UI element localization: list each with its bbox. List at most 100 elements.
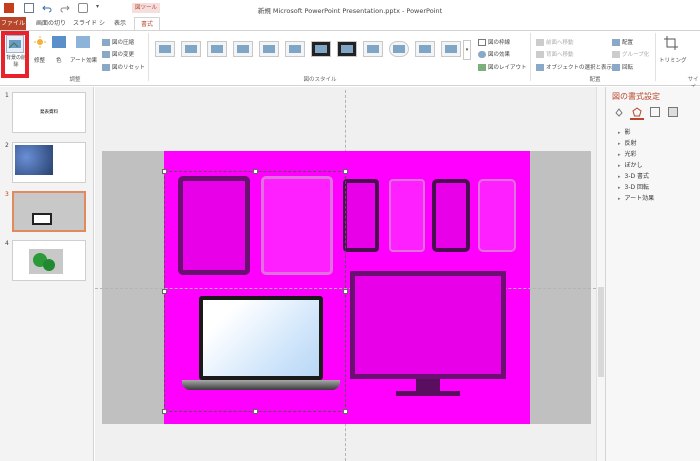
- slide-thumbnail-4[interactable]: [12, 240, 86, 281]
- tab-transitions[interactable]: 画面の切り替え: [34, 17, 68, 40]
- slide-number: 1: [5, 92, 9, 99]
- picture-style-thumb[interactable]: [233, 41, 253, 57]
- section-soft-edges[interactable]: ぼかし: [618, 160, 643, 169]
- group-divider: [148, 33, 149, 81]
- picture-style-thumb[interactable]: [207, 41, 227, 57]
- slide-thumbnail-1[interactable]: 発表資料: [12, 92, 86, 133]
- resize-handle[interactable]: [253, 409, 258, 414]
- color-icon: [52, 36, 66, 48]
- bring-forward-label: 前面へ移動: [546, 40, 574, 46]
- align-icon: [612, 39, 620, 46]
- picture-style-thumb[interactable]: [363, 41, 383, 57]
- slide-number: 2: [5, 142, 9, 149]
- section-reflection[interactable]: 反射: [618, 138, 637, 147]
- flower-image: [15, 145, 53, 175]
- gallery-more-icon[interactable]: ▾: [463, 40, 471, 60]
- picture-style-thumb[interactable]: [415, 41, 435, 57]
- picture-style-thumb[interactable]: [155, 41, 175, 57]
- layout-label: 図のレイアウト: [488, 65, 527, 71]
- picture-style-thumb[interactable]: [311, 41, 331, 57]
- section-3d-format[interactable]: 3-D 書式: [618, 171, 650, 180]
- artistic-effects-button[interactable]: アート効果: [70, 56, 97, 64]
- group-divider: [655, 33, 656, 81]
- resize-handle[interactable]: [343, 289, 348, 294]
- slide-number: 3: [5, 191, 9, 198]
- reset-picture-label: 図のリセット: [112, 65, 146, 71]
- reset-picture-icon: [102, 64, 110, 71]
- rotate-button[interactable]: 回転: [612, 63, 633, 71]
- compress-label: 図の圧縮: [112, 40, 135, 46]
- picture-style-thumb[interactable]: [337, 41, 357, 57]
- picture-border-button[interactable]: 図の枠線: [478, 38, 510, 46]
- resize-handle[interactable]: [343, 169, 348, 174]
- send-backward-icon: [536, 51, 544, 58]
- group-icon: [612, 51, 620, 58]
- format-picture-pane: 図の書式設定 影 反射 光彩 ぼかし 3-D 書式 3-D 回転 アート効果: [605, 87, 700, 461]
- resize-handle[interactable]: [253, 169, 258, 174]
- picture-icon[interactable]: [668, 107, 678, 117]
- adjust-group-label: 調整: [69, 77, 81, 83]
- monitor-stand-image: [416, 379, 440, 391]
- bring-forward-button[interactable]: 前面へ移動: [536, 38, 574, 46]
- tab-file[interactable]: ファイル: [0, 17, 26, 30]
- fill-line-icon[interactable]: [614, 107, 624, 117]
- title-bar: ▾ 図ツール 新規 Microsoft PowerPoint Presentat…: [0, 0, 700, 17]
- rotate-label: 回転: [622, 65, 634, 71]
- border-label: 図の枠線: [488, 40, 511, 46]
- section-artistic-effects[interactable]: アート効果: [618, 193, 655, 202]
- align-button[interactable]: 配置: [612, 38, 633, 46]
- crop-button[interactable]: トリミング: [659, 56, 687, 64]
- effects-pentagon-icon[interactable]: [632, 107, 642, 117]
- reset-picture-button[interactable]: 図のリセット: [102, 63, 145, 71]
- border-icon: [478, 39, 486, 46]
- change-picture-button[interactable]: 図の変更: [102, 50, 134, 58]
- tab-format[interactable]: 書式: [134, 17, 160, 30]
- remove-background-highlight: [1, 31, 29, 78]
- picture-style-thumb[interactable]: [181, 41, 201, 57]
- picture-style-thumb[interactable]: [285, 41, 305, 57]
- picture-style-thumb[interactable]: [441, 41, 461, 57]
- arrange-group-label: 配置: [589, 77, 601, 83]
- slide-thumbnail-title: 発表資料: [40, 110, 58, 115]
- change-picture-icon: [102, 51, 110, 58]
- picture-layout-button[interactable]: 図のレイアウト: [478, 63, 527, 71]
- phone-image: [432, 179, 470, 252]
- color-button[interactable]: 色: [56, 56, 62, 64]
- format-pane-title: 図の書式設定: [612, 92, 660, 101]
- resize-handle[interactable]: [162, 409, 167, 414]
- picture-style-thumb[interactable]: [389, 41, 409, 57]
- compress-pictures-button[interactable]: 図の圧縮: [102, 38, 134, 46]
- slide-thumbnail-2[interactable]: [12, 142, 86, 183]
- compress-icon: [102, 39, 110, 46]
- corrections-button[interactable]: 修整: [34, 56, 45, 64]
- picture-selection-border: [164, 171, 346, 412]
- active-tab-indicator: [630, 118, 644, 120]
- tab-view[interactable]: 表示: [110, 17, 130, 30]
- picture-effects-button[interactable]: 図の効果: [478, 50, 510, 58]
- section-glow[interactable]: 光彩: [618, 149, 637, 158]
- size-properties-icon[interactable]: [650, 107, 660, 117]
- phone-image: [478, 179, 516, 252]
- phone-image: [389, 179, 425, 252]
- slide-number: 4: [5, 240, 9, 247]
- group-button[interactable]: グループ化: [612, 50, 649, 58]
- resize-handle[interactable]: [343, 409, 348, 414]
- slide-thumbnails-pane: 1 発表資料 2 3 4: [0, 87, 94, 461]
- section-shadow[interactable]: 影: [618, 127, 631, 136]
- layout-icon: [478, 64, 486, 71]
- resize-handle[interactable]: [162, 289, 167, 294]
- section-3d-rotation[interactable]: 3-D 回転: [618, 182, 650, 191]
- monitor-base-image: [396, 391, 460, 396]
- slide-thumbnail-3[interactable]: [12, 191, 86, 232]
- scrollbar-thumb[interactable]: [598, 287, 604, 377]
- selection-pane-button[interactable]: オブジェクトの選択と表示: [536, 63, 612, 71]
- send-backward-button[interactable]: 背面へ移動: [536, 50, 574, 58]
- send-backward-label: 背面へ移動: [546, 52, 574, 58]
- vertical-scrollbar[interactable]: [596, 87, 605, 461]
- group-label: グループ化: [622, 52, 650, 58]
- tab-slideshow[interactable]: スライド ショー: [72, 17, 106, 40]
- resize-handle[interactable]: [162, 169, 167, 174]
- picture-style-thumb[interactable]: [259, 41, 279, 57]
- laptop-image: [32, 213, 52, 225]
- align-label: 配置: [622, 40, 634, 46]
